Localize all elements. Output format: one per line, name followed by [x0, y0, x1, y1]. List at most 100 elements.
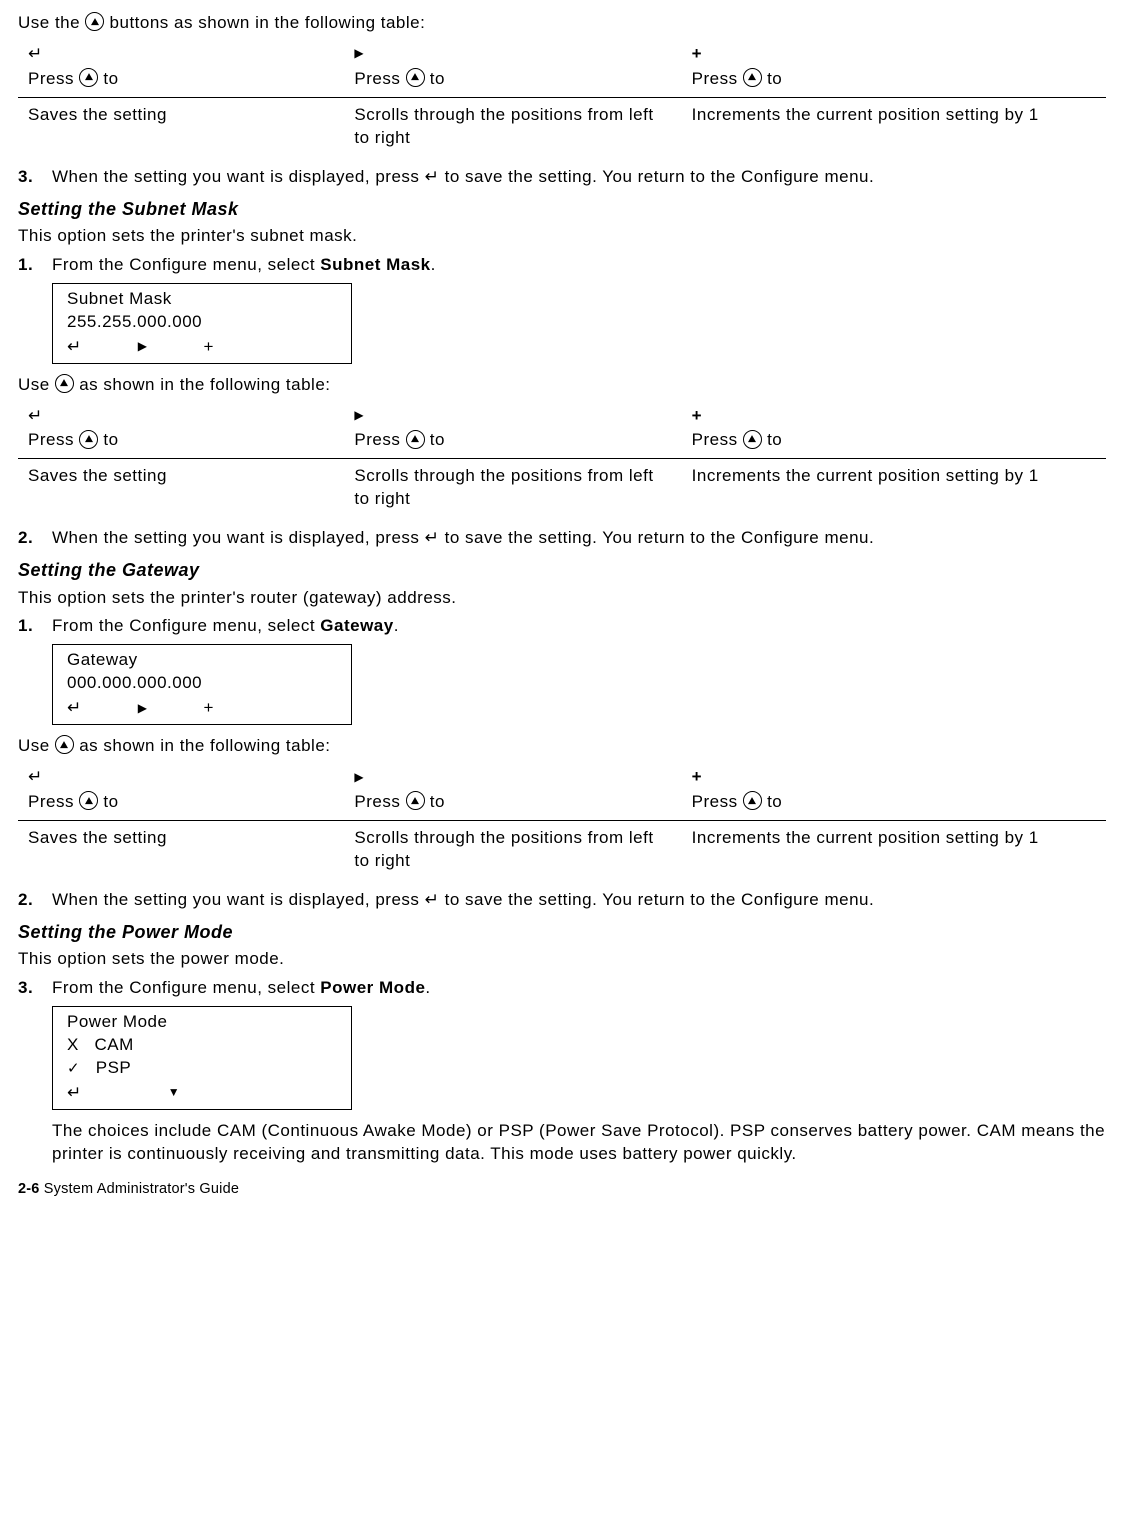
display-symbols: ↵ + [67, 697, 337, 720]
triangle-right-icon [354, 406, 364, 425]
display-title: Power Mode [67, 1011, 337, 1034]
table-header-col1: ↵ Press to [18, 403, 344, 459]
enter-icon: ↵ [67, 697, 82, 720]
check-icon [67, 1058, 80, 1077]
display-gateway: Gateway 000.000.000.000 ↵ + [52, 644, 352, 725]
section-subnet-title: Setting the Subnet Mask [18, 197, 1106, 221]
display-value: 000.000.000.000 [67, 672, 337, 695]
plus-icon: + [692, 767, 702, 786]
enter-icon: ↵ [28, 406, 43, 425]
gateway-step-2: 2. When the setting you want is displaye… [18, 889, 1106, 912]
step-num: 1. [18, 254, 52, 277]
triangle-right-icon [354, 767, 364, 786]
a-button-icon [406, 430, 425, 449]
enter-icon: ↵ [425, 528, 440, 547]
subnet-step-2: 2. When the setting you want is displaye… [18, 527, 1106, 550]
table-header-col2: Press to [344, 403, 681, 459]
table-desc-2: Scrolls through the positions from left … [344, 97, 681, 155]
table-header-col3: + Press to [682, 41, 1106, 97]
power-explanation: The choices include CAM (Continuous Awak… [52, 1120, 1106, 1166]
triangle-right-icon [138, 336, 148, 359]
table-desc-1: Saves the setting [18, 97, 344, 155]
step-body: From the Configure menu, select Power Mo… [52, 977, 1106, 1000]
use-line-2: Use as shown in the following table: [18, 735, 1106, 758]
table-header-col1: ↵ Press to [18, 41, 344, 97]
step-num: 3. [18, 977, 52, 1000]
display-symbols: ↵ [67, 1082, 337, 1105]
table-desc-2: Scrolls through the positions from left … [344, 459, 681, 517]
plus-icon: + [203, 697, 213, 720]
display-title: Subnet Mask [67, 288, 337, 311]
enter-icon: ↵ [28, 44, 43, 63]
a-button-icon [79, 430, 98, 449]
a-button-icon [85, 12, 104, 31]
a-button-icon [55, 374, 74, 393]
plus-icon: + [692, 406, 702, 425]
step-body: From the Configure menu, select Subnet M… [52, 254, 1106, 277]
step-num: 2. [18, 889, 52, 912]
footer-title: System Administrator's Guide [40, 1181, 240, 1197]
intro-prefix: Use the [18, 13, 85, 32]
button-table-2: ↵ Press to Press to + Press to Saves the… [18, 403, 1106, 518]
subnet-step-1: 1. From the Configure menu, select Subne… [18, 254, 1106, 277]
enter-icon: ↵ [425, 890, 440, 909]
subnet-intro: This option sets the printer's subnet ma… [18, 225, 1106, 248]
plus-icon: + [203, 336, 213, 359]
gateway-intro: This option sets the printer's router (g… [18, 587, 1106, 610]
enter-icon: ↵ [28, 767, 43, 786]
power-option-2: PSP [67, 1057, 337, 1080]
table-header-col3: + Press to [682, 403, 1106, 459]
button-table-1: ↵ Press to Press to + Press to Saves the… [18, 41, 1106, 156]
enter-icon: ↵ [67, 336, 82, 359]
intro-suffix: buttons as shown in the following table: [104, 13, 425, 32]
a-button-icon [743, 68, 762, 87]
triangle-down-icon [168, 1082, 180, 1105]
table-header-col2: Press to [344, 41, 681, 97]
button-table-3: ↵ Press to Press to + Press to Saves the… [18, 764, 1106, 879]
a-button-icon [79, 791, 98, 810]
table-header-col2: Press to [344, 764, 681, 820]
footer-page-num: 2-6 [18, 1181, 40, 1197]
table-header-col3: + Press to [682, 764, 1106, 820]
power-step: 3. From the Configure menu, select Power… [18, 977, 1106, 1000]
display-title: Gateway [67, 649, 337, 672]
section-gateway-title: Setting the Gateway [18, 558, 1106, 582]
section-power-title: Setting the Power Mode [18, 920, 1106, 944]
table-desc-2: Scrolls through the positions from left … [344, 821, 681, 879]
display-symbols: ↵ + [67, 336, 337, 359]
power-option-1: X CAM [67, 1034, 337, 1057]
page-footer: 2-6 System Administrator's Guide [18, 1180, 1106, 1200]
table-desc-3: Increments the current position setting … [682, 97, 1106, 155]
step-body: When the setting you want is displayed, … [52, 166, 1106, 189]
table-desc-3: Increments the current position setting … [682, 821, 1106, 879]
table-desc-3: Increments the current position setting … [682, 459, 1106, 517]
enter-icon: ↵ [425, 167, 440, 186]
step-num: 2. [18, 527, 52, 550]
step-num: 1. [18, 615, 52, 638]
display-subnet: Subnet Mask 255.255.000.000 ↵ + [52, 283, 352, 364]
plus-icon: + [692, 44, 702, 63]
triangle-right-icon [138, 697, 148, 720]
a-button-icon [55, 735, 74, 754]
step-body: When the setting you want is displayed, … [52, 527, 1106, 550]
step-num: 3. [18, 166, 52, 189]
step-3: 3. When the setting you want is displaye… [18, 166, 1106, 189]
a-button-icon [406, 791, 425, 810]
a-button-icon [79, 68, 98, 87]
press-right: Press to [354, 68, 671, 91]
triangle-right-icon [354, 44, 364, 63]
press-enter: Press to [28, 68, 334, 91]
a-button-icon [406, 68, 425, 87]
display-power: Power Mode X CAM PSP ↵ [52, 1006, 352, 1110]
power-intro: This option sets the power mode. [18, 948, 1106, 971]
step-body: When the setting you want is displayed, … [52, 889, 1106, 912]
table-desc-1: Saves the setting [18, 459, 344, 517]
table-header-col1: ↵ Press to [18, 764, 344, 820]
display-value: 255.255.000.000 [67, 311, 337, 334]
press-plus: Press to [692, 68, 1096, 91]
step-body: From the Configure menu, select Gateway. [52, 615, 1106, 638]
gateway-step-1: 1. From the Configure menu, select Gatew… [18, 615, 1106, 638]
a-button-icon [743, 430, 762, 449]
a-button-icon [743, 791, 762, 810]
use-line-1: Use as shown in the following table: [18, 374, 1106, 397]
